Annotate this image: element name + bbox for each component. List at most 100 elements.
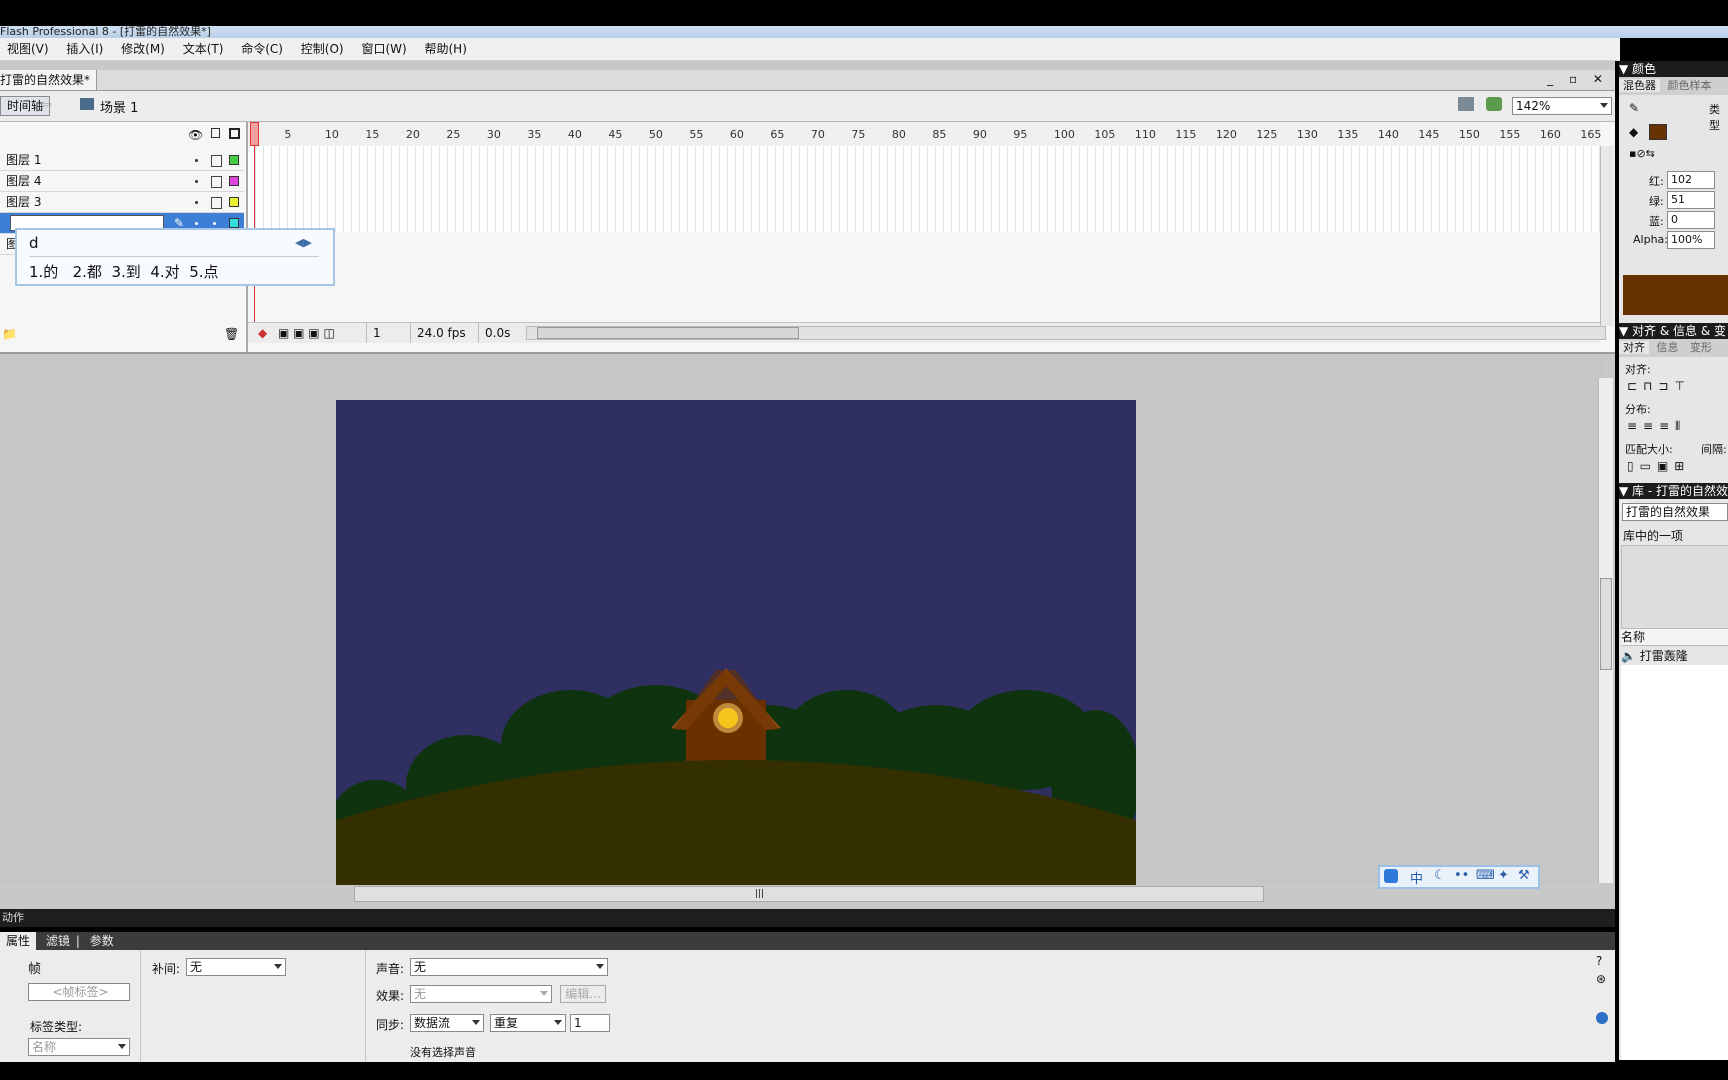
tween-select[interactable]: 无 xyxy=(186,958,286,976)
lock-icon[interactable] xyxy=(211,155,222,167)
document-tab[interactable]: 打雷的自然效果* xyxy=(0,70,98,90)
stage-hscroll[interactable]: ||| xyxy=(354,886,1264,902)
ime-candidate[interactable]: 3.到 xyxy=(111,263,140,281)
scene-label[interactable]: 场景 1 xyxy=(100,97,138,116)
ime-candidate[interactable]: 5.点 xyxy=(189,263,218,281)
sync-select[interactable]: 数据流 xyxy=(410,1014,484,1032)
ime-toolbar: 中 ☾ •• ⌨ ✦ ⚒ xyxy=(1378,865,1540,889)
center-frame-icon[interactable]: ◆ xyxy=(258,323,267,343)
red-input[interactable]: 102 xyxy=(1667,171,1715,189)
library-item[interactable]: 🔈 打雷轰隆 xyxy=(1621,647,1728,665)
menu-window[interactable]: 窗口(W) xyxy=(354,38,413,60)
frame-grid[interactable] xyxy=(248,146,1600,232)
menu-help[interactable]: 帮助(H) xyxy=(418,38,474,60)
tab-info[interactable]: 信息 xyxy=(1653,341,1683,354)
match-size-buttons-icon[interactable]: ▯▭▣⊞ xyxy=(1627,459,1690,473)
menu-insert[interactable]: 插入(I) xyxy=(59,38,110,60)
align-buttons-icon[interactable]: ⊏⊓⊐⊤ xyxy=(1627,379,1691,393)
ime-keyboard-icon[interactable]: ⌨ xyxy=(1476,868,1495,883)
color-panel-header[interactable]: ▼ 颜色 xyxy=(1619,61,1728,77)
frame-label-input[interactable]: <帧标签> xyxy=(28,983,130,1001)
ime-page-arrows-icon[interactable]: ◀▶ xyxy=(295,236,312,249)
tab-parameters[interactable]: 参数 xyxy=(84,934,120,948)
add-layer-icon[interactable]: 📁 xyxy=(2,327,17,341)
timeline-vscroll[interactable] xyxy=(1600,146,1614,326)
menu-control[interactable]: 控制(O) xyxy=(294,38,351,60)
ime-wrench-icon[interactable]: ⚒ xyxy=(1518,868,1530,883)
library-column-header[interactable]: 名称 xyxy=(1621,629,1728,646)
lock-dot[interactable] xyxy=(213,222,216,225)
tab-align[interactable]: 对齐 xyxy=(1619,341,1649,354)
stage-vscroll[interactable] xyxy=(1598,378,1613,883)
tab-filters[interactable]: 滤镜 xyxy=(40,934,76,948)
layer-color-swatch[interactable] xyxy=(229,197,239,207)
ime-candidate[interactable]: 4.对 xyxy=(150,263,179,281)
actions-panel-header[interactable]: 动作 xyxy=(0,909,1615,927)
edit-sound-button[interactable]: 编辑... xyxy=(560,985,606,1003)
expand-icon[interactable] xyxy=(1596,1012,1608,1024)
menu-view[interactable]: 视图(V) xyxy=(0,38,56,60)
repeat-select[interactable]: 重复 xyxy=(490,1014,566,1032)
ime-candidate[interactable]: 1.的 xyxy=(29,263,58,281)
ime-skin-icon[interactable]: ✦ xyxy=(1498,868,1509,883)
delete-layer-icon[interactable]: 🗑 xyxy=(224,327,239,341)
fill-color-icon[interactable]: ◆ xyxy=(1629,125,1638,139)
layer-color-swatch[interactable] xyxy=(229,176,239,186)
align-panel-header[interactable]: ▼ 对齐 & 信息 & 变形 xyxy=(1619,323,1728,354)
tab-mixer[interactable]: 混色器 xyxy=(1619,79,1660,92)
onion-skin-icon[interactable]: ▣ ▣ ▣ ◫ xyxy=(278,323,335,343)
visibility-dot[interactable] xyxy=(195,201,198,204)
menu-commands[interactable]: 命令(C) xyxy=(234,38,290,60)
back-arrow-icon[interactable]: ⇦ xyxy=(40,97,52,113)
tab-swatches[interactable]: 颜色样本 xyxy=(1664,79,1716,92)
layer-row[interactable]: 图层 4 xyxy=(0,171,244,192)
document-window-controls[interactable]: _ ▫ ✕ xyxy=(1547,72,1609,86)
timeline-scroll-thumb[interactable] xyxy=(537,327,799,339)
library-doc-select[interactable]: 打雷的自然效果 xyxy=(1622,503,1728,521)
layer-row[interactable]: 图层 1 xyxy=(0,150,244,171)
zoom-select[interactable]: 142% xyxy=(1512,97,1612,115)
green-input[interactable]: 51 xyxy=(1667,191,1715,209)
timeline-hscroll[interactable] xyxy=(526,326,1606,340)
accessibility-icon[interactable]: ⊛ xyxy=(1596,972,1606,986)
visibility-dot[interactable] xyxy=(195,222,198,225)
sound-select[interactable]: 无 xyxy=(410,958,608,976)
stage-canvas[interactable] xyxy=(336,400,1136,885)
eye-icon[interactable]: 👁 xyxy=(188,128,203,142)
menu-modify[interactable]: 修改(M) xyxy=(114,38,172,60)
ime-candidate[interactable]: 2.都 xyxy=(73,263,102,281)
lock-icon[interactable] xyxy=(211,176,222,188)
ime-moon-icon[interactable]: ☾ xyxy=(1434,868,1446,883)
alpha-input[interactable]: 100% xyxy=(1667,231,1715,249)
frame-ruler[interactable]: 1510152025303540455055606570758085909510… xyxy=(248,122,1601,147)
edit-scene-icon[interactable] xyxy=(1458,97,1474,111)
ime-chinese-mode[interactable]: 中 xyxy=(1410,868,1423,887)
stroke-color-icon[interactable]: ✎ xyxy=(1629,101,1639,115)
outline-header-icon[interactable] xyxy=(229,128,240,139)
distribute-buttons-icon[interactable]: ≡≡≡⫴ xyxy=(1627,419,1686,434)
visibility-dot[interactable] xyxy=(195,180,198,183)
effect-select[interactable]: 无 xyxy=(410,985,552,1003)
lock-header-icon[interactable] xyxy=(211,128,220,138)
blue-input[interactable]: 0 xyxy=(1667,211,1715,229)
tab-properties[interactable]: 属性 xyxy=(0,932,37,950)
library-panel-header[interactable]: ▼ 库 - 打雷的自然效果 xyxy=(1619,483,1728,514)
layer-color-swatch[interactable] xyxy=(229,155,239,165)
menu-text[interactable]: 文本(T) xyxy=(176,38,231,60)
fill-color-swatch[interactable] xyxy=(1649,124,1667,140)
lock-icon[interactable] xyxy=(211,197,222,209)
label-type-select[interactable]: 名称 xyxy=(28,1038,130,1056)
stage-vscroll-thumb[interactable] xyxy=(1600,578,1612,670)
tab-transform[interactable]: 变形 xyxy=(1686,341,1716,354)
visibility-dot[interactable] xyxy=(195,159,198,162)
edit-symbol-icon[interactable] xyxy=(1486,97,1502,111)
help-icon[interactable]: ? xyxy=(1596,954,1602,968)
ime-logo-icon[interactable] xyxy=(1384,869,1398,883)
playhead[interactable] xyxy=(250,122,259,146)
layer-row[interactable]: 图层 3 xyxy=(0,192,244,213)
ime-punct-icon[interactable]: •• xyxy=(1454,868,1469,883)
swap-colors-icon[interactable]: ▪⊘⇆ xyxy=(1629,147,1655,160)
repeat-count-input[interactable]: 1 xyxy=(570,1014,610,1032)
layer-color-swatch[interactable] xyxy=(229,218,239,228)
ruler-tick: 50 xyxy=(648,128,663,141)
